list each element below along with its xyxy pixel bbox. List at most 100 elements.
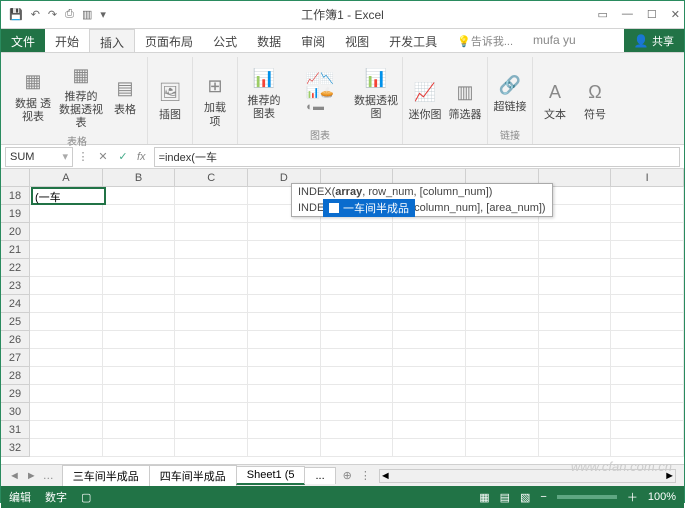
row-header[interactable]: 23 <box>1 277 30 295</box>
row-header[interactable]: 20 <box>1 223 30 241</box>
cell[interactable] <box>248 439 321 457</box>
save-icon[interactable]: 💾 <box>9 8 23 21</box>
zoom-slider[interactable] <box>557 495 617 499</box>
row-header[interactable]: 26 <box>1 331 30 349</box>
hyperlink-button[interactable]: 🔗超链接 <box>492 57 528 125</box>
cell[interactable] <box>466 349 539 367</box>
cell[interactable] <box>393 259 466 277</box>
cell[interactable] <box>611 277 684 295</box>
tab-view[interactable]: 视图 <box>335 29 379 52</box>
cell[interactable] <box>611 313 684 331</box>
col-I[interactable]: I <box>611 169 684 186</box>
cell[interactable] <box>175 403 248 421</box>
addins-button[interactable]: ⊞加载 项 <box>197 57 233 140</box>
view-pagebreak-icon[interactable]: ▧ <box>520 491 530 504</box>
row-header[interactable]: 29 <box>1 385 30 403</box>
cell[interactable] <box>466 241 539 259</box>
illustrations-button[interactable]: 🖼插图 <box>152 57 188 140</box>
symbol-button[interactable]: Ω符号 <box>577 57 613 140</box>
cell[interactable] <box>611 295 684 313</box>
cell[interactable] <box>321 241 394 259</box>
cell[interactable] <box>393 367 466 385</box>
cell[interactable] <box>393 313 466 331</box>
row-header[interactable]: 21 <box>1 241 30 259</box>
cell[interactable] <box>103 421 176 439</box>
cell[interactable] <box>30 367 103 385</box>
new-sheet-icon[interactable]: ⊕ <box>335 469 360 482</box>
qat-btn-2[interactable]: ▥ <box>82 8 92 21</box>
cell[interactable] <box>539 439 612 457</box>
filter-button[interactable]: ▥筛选器 <box>447 57 483 140</box>
cell[interactable] <box>393 385 466 403</box>
cell[interactable] <box>321 277 394 295</box>
tab-pagelayout[interactable]: 页面布局 <box>135 29 203 52</box>
cell[interactable] <box>611 439 684 457</box>
close-icon[interactable]: ✕ <box>671 8 680 21</box>
cell[interactable] <box>393 349 466 367</box>
cell[interactable] <box>321 385 394 403</box>
cell[interactable] <box>103 187 176 205</box>
zoom-out-icon[interactable]: − <box>540 491 546 503</box>
sheet-nav-more[interactable]: … <box>43 470 54 482</box>
cell[interactable] <box>393 277 466 295</box>
cell[interactable] <box>321 367 394 385</box>
cell[interactable] <box>30 205 103 223</box>
fx-icon[interactable]: fx <box>133 151 150 163</box>
row-header[interactable]: 24 <box>1 295 30 313</box>
cell[interactable] <box>539 277 612 295</box>
cell[interactable] <box>175 367 248 385</box>
sheet-tab-2[interactable]: Sheet1 (5 <box>236 466 306 485</box>
cell[interactable] <box>103 385 176 403</box>
cell[interactable] <box>611 241 684 259</box>
redo-icon[interactable]: ↷ <box>48 8 57 21</box>
cell[interactable] <box>30 439 103 457</box>
pivot-chart-button[interactable]: 📊数据透视图 <box>354 57 398 125</box>
cell[interactable] <box>248 349 321 367</box>
cell[interactable] <box>103 313 176 331</box>
minimize-icon[interactable]: — <box>622 8 633 21</box>
cell[interactable] <box>539 223 612 241</box>
cell[interactable] <box>321 403 394 421</box>
formula-enter-icon[interactable]: ✓ <box>113 150 133 163</box>
macro-record-icon[interactable]: ▢ <box>81 491 91 504</box>
cell[interactable] <box>611 421 684 439</box>
cell[interactable] <box>321 349 394 367</box>
cell[interactable] <box>248 421 321 439</box>
autocomplete-suggestion[interactable]: 一车间半成品 <box>323 199 415 217</box>
col-A[interactable]: A <box>30 169 103 186</box>
cell[interactable] <box>175 439 248 457</box>
cell[interactable] <box>466 277 539 295</box>
formula-cancel-icon[interactable]: ✕ <box>93 150 113 163</box>
sheet-tab-3[interactable]: ... <box>304 467 335 484</box>
sheet-tab-1[interactable]: 四车间半成品 <box>149 465 237 486</box>
cell[interactable] <box>30 277 103 295</box>
formula-input[interactable]: =index(一车 <box>154 147 680 167</box>
name-dropdown-icon[interactable]: ⋮ <box>73 150 93 163</box>
cell[interactable] <box>30 349 103 367</box>
cell[interactable] <box>103 277 176 295</box>
col-B[interactable]: B <box>103 169 176 186</box>
horizontal-scrollbar[interactable]: ◄► <box>379 469 676 483</box>
view-normal-icon[interactable]: ▦ <box>479 491 489 504</box>
pivot-table-button[interactable]: ▦数据 透视表 <box>11 57 55 131</box>
undo-icon[interactable]: ↶ <box>31 8 40 21</box>
cell[interactable] <box>321 331 394 349</box>
cell[interactable] <box>175 187 248 205</box>
cell[interactable] <box>321 223 394 241</box>
text-button[interactable]: A文本 <box>537 57 573 140</box>
cell[interactable] <box>393 295 466 313</box>
cell[interactable] <box>466 439 539 457</box>
recommended-charts-button[interactable]: 📊推荐的 图表 <box>242 57 286 125</box>
sheet-nav-next-icon[interactable]: ► <box>26 470 37 482</box>
cell[interactable] <box>393 223 466 241</box>
cell[interactable] <box>103 367 176 385</box>
name-box[interactable]: SUM▾ <box>5 147 73 167</box>
cell[interactable] <box>175 223 248 241</box>
row-header[interactable]: 27 <box>1 349 30 367</box>
cell[interactable] <box>248 331 321 349</box>
share-button[interactable]: 👤 共享 <box>624 29 684 52</box>
cell[interactable] <box>175 295 248 313</box>
table-button[interactable]: ▤表格 <box>107 57 143 131</box>
tab-file[interactable]: 文件 <box>1 29 45 52</box>
cell[interactable] <box>466 331 539 349</box>
